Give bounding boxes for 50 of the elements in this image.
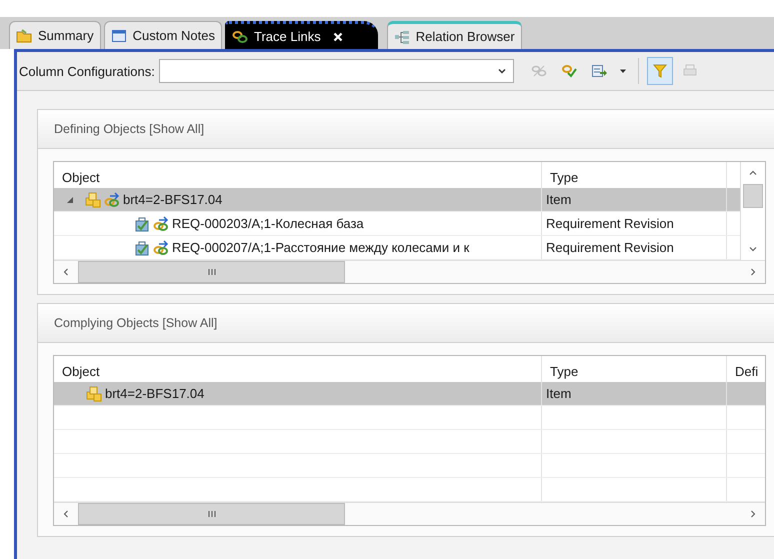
object-name: REQ-000203/A;1-Колесная база — [172, 216, 364, 231]
scroll-thumb[interactable] — [78, 503, 345, 525]
column-configurations-label: Column Configurations: — [19, 64, 155, 78]
horizontal-scrollbar[interactable] — [54, 502, 765, 525]
editor-tab[interactable]: Trace Links — [225, 21, 378, 49]
object-name: REQ-000207/A;1-Расстояние между колесами и к — [172, 240, 470, 255]
table-row[interactable]: REQ-000203/A;1-Колесная база Requirement Revision — [54, 212, 740, 236]
scroll-left-icon[interactable] — [61, 267, 71, 277]
filter-icon — [652, 63, 668, 79]
scroll-thumb[interactable] — [743, 184, 763, 208]
editor-tab[interactable]: Relation Browser — [386, 21, 522, 49]
grip-icon — [206, 510, 216, 518]
section-title[interactable]: Defining Objects [Show All] — [54, 122, 204, 136]
chain-link-icon — [232, 28, 248, 44]
hierarchy-icon — [394, 28, 410, 44]
close-icon[interactable] — [332, 32, 343, 42]
object-name: brt4=2-BFS17.04 — [105, 386, 204, 401]
cubes-icon — [85, 192, 101, 208]
type-text: Requirement Revision — [546, 240, 674, 255]
expand-triangle-icon[interactable] — [66, 196, 74, 204]
table-row[interactable]: brt4=2-BFS17.04 Item — [54, 188, 740, 212]
note-icon — [110, 28, 127, 44]
filter-button[interactable] — [646, 57, 673, 85]
type-text: Requirement Revision — [546, 216, 674, 231]
folder-icon — [16, 28, 32, 44]
caret-icon — [496, 66, 507, 76]
scroll-down-icon[interactable] — [748, 244, 758, 254]
type-text: Item — [546, 192, 572, 207]
scroll-left-icon[interactable] — [61, 509, 71, 519]
column-configurations-dropdown[interactable] — [158, 59, 514, 83]
scroll-right-icon[interactable] — [748, 267, 758, 277]
caret-icon — [618, 67, 627, 75]
cubes-icon — [86, 386, 102, 402]
requirement-icon — [134, 240, 150, 256]
grip-icon — [206, 268, 216, 276]
object-name: brt4=2-BFS17.04 — [123, 192, 222, 207]
scroll-thumb[interactable] — [78, 261, 345, 283]
editor-tab[interactable]: Custom Notes — [104, 21, 222, 49]
section-title[interactable]: Complying Objects [Show All] — [54, 316, 218, 330]
vertical-scrollbar[interactable] — [740, 162, 765, 260]
horizontal-scrollbar[interactable] — [54, 260, 765, 283]
editor-tab[interactable]: Summary — [9, 21, 101, 49]
broken-link-icon — [530, 63, 547, 79]
scroll-right-icon[interactable] — [748, 509, 758, 519]
requirement-icon — [134, 216, 150, 232]
column-header[interactable]: Defi — [727, 356, 765, 382]
table-row[interactable]: brt4=2-BFS17.04 Item — [54, 382, 765, 406]
link-check-icon — [560, 63, 577, 79]
export-icon — [590, 63, 607, 79]
type-text: Item — [546, 386, 572, 401]
